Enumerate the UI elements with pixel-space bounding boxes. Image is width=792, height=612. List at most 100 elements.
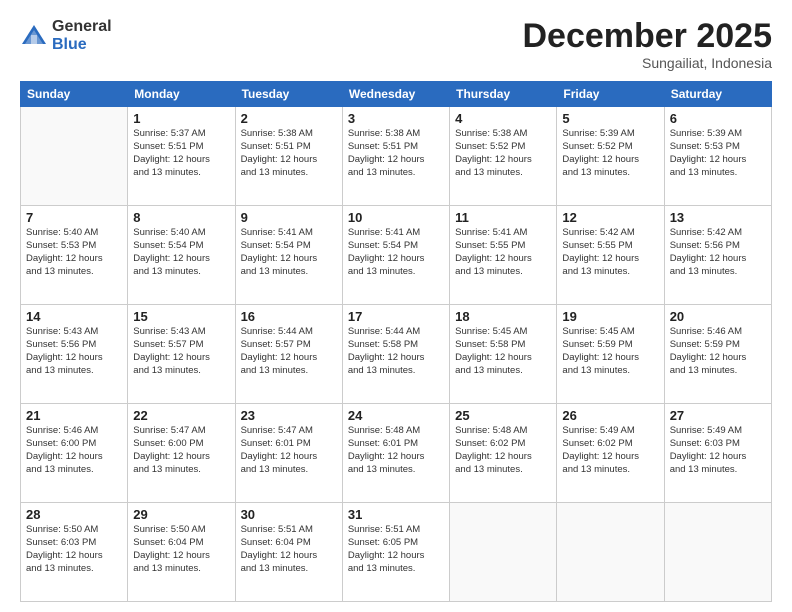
day-info: Sunrise: 5:40 AM Sunset: 5:53 PM Dayligh… [26, 227, 122, 278]
day-number: 5 [562, 111, 658, 126]
day-number: 16 [241, 309, 337, 324]
day-number: 13 [670, 210, 766, 225]
calendar-cell: 4 Sunrise: 5:38 AM Sunset: 5:52 PM Daylig… [450, 107, 557, 206]
calendar-cell: 17Sunrise: 5:44 AM Sunset: 5:58 PM Dayli… [342, 305, 449, 404]
calendar-table: SundayMondayTuesdayWednesdayThursdayFrid… [20, 81, 772, 602]
day-number: 23 [241, 408, 337, 423]
calendar-cell: 31Sunrise: 5:51 AM Sunset: 6:05 PM Dayli… [342, 503, 449, 602]
logo-icon [20, 22, 48, 50]
calendar-cell [450, 503, 557, 602]
day-info: Sunrise: 5:38 AM Sunset: 5:52 PM Dayligh… [455, 128, 551, 179]
calendar-cell: 25 Sunrise: 5:48 AM Sunset: 6:02 PM Dayli… [450, 404, 557, 503]
calendar-cell [557, 503, 664, 602]
day-number: 26 [562, 408, 658, 423]
calendar-cell: 16Sunrise: 5:44 AM Sunset: 5:57 PM Dayli… [235, 305, 342, 404]
weekday-header-thursday: Thursday [450, 82, 557, 107]
logo: General Blue [20, 18, 112, 53]
calendar-cell: 5 Sunrise: 5:39 AM Sunset: 5:52 PM Daylig… [557, 107, 664, 206]
day-number: 27 [670, 408, 766, 423]
day-number: 14 [26, 309, 122, 324]
day-info: Sunrise: 5:50 AM Sunset: 6:04 PM Dayligh… [133, 524, 229, 575]
calendar-week-1: 7 Sunrise: 5:40 AM Sunset: 5:53 PM Daylig… [21, 206, 772, 305]
calendar-cell: 13 Sunrise: 5:42 AM Sunset: 5:56 PM Dayli… [664, 206, 771, 305]
day-number: 8 [133, 210, 229, 225]
day-number: 28 [26, 507, 122, 522]
day-info: Sunrise: 5:42 AM Sunset: 5:56 PM Dayligh… [670, 227, 766, 278]
day-number: 9 [241, 210, 337, 225]
title-block: December 2025 Sungailiat, Indonesia [522, 18, 772, 71]
day-info: Sunrise: 5:42 AM Sunset: 5:55 PM Dayligh… [562, 227, 658, 278]
page: General Blue December 2025 Sungailiat, I… [0, 0, 792, 612]
day-info: Sunrise: 5:50 AM Sunset: 6:03 PM Dayligh… [26, 524, 122, 575]
calendar-cell [664, 503, 771, 602]
calendar-cell: 26 Sunrise: 5:49 AM Sunset: 6:02 PM Dayli… [557, 404, 664, 503]
day-number: 18 [455, 309, 551, 324]
day-info: Sunrise: 5:39 AM Sunset: 5:52 PM Dayligh… [562, 128, 658, 179]
day-info: Sunrise: 5:51 AM Sunset: 6:04 PM Dayligh… [241, 524, 337, 575]
calendar-cell: 24Sunrise: 5:48 AM Sunset: 6:01 PM Dayli… [342, 404, 449, 503]
day-info: Sunrise: 5:46 AM Sunset: 6:00 PM Dayligh… [26, 425, 122, 476]
calendar-cell: 10 Sunrise: 5:41 AM Sunset: 5:54 PM Dayli… [342, 206, 449, 305]
location-subtitle: Sungailiat, Indonesia [522, 55, 772, 71]
calendar-cell [21, 107, 128, 206]
calendar-cell: 22 Sunrise: 5:47 AM Sunset: 6:00 PM Dayli… [128, 404, 235, 503]
day-number: 20 [670, 309, 766, 324]
day-info: Sunrise: 5:49 AM Sunset: 6:03 PM Dayligh… [670, 425, 766, 476]
header: General Blue December 2025 Sungailiat, I… [20, 18, 772, 71]
day-info: Sunrise: 5:47 AM Sunset: 6:01 PM Dayligh… [241, 425, 337, 476]
day-info: Sunrise: 5:45 AM Sunset: 5:59 PM Dayligh… [562, 326, 658, 377]
weekday-header-friday: Friday [557, 82, 664, 107]
calendar-cell: 19Sunrise: 5:45 AM Sunset: 5:59 PM Dayli… [557, 305, 664, 404]
calendar-cell: 27 Sunrise: 5:49 AM Sunset: 6:03 PM Dayli… [664, 404, 771, 503]
calendar-cell: 6Sunrise: 5:39 AM Sunset: 5:53 PM Daylig… [664, 107, 771, 206]
day-info: Sunrise: 5:40 AM Sunset: 5:54 PM Dayligh… [133, 227, 229, 278]
calendar-week-3: 21Sunrise: 5:46 AM Sunset: 6:00 PM Dayli… [21, 404, 772, 503]
calendar-cell: 3Sunrise: 5:38 AM Sunset: 5:51 PM Daylig… [342, 107, 449, 206]
calendar-week-4: 28 Sunrise: 5:50 AM Sunset: 6:03 PM Dayli… [21, 503, 772, 602]
calendar-cell: 11Sunrise: 5:41 AM Sunset: 5:55 PM Dayli… [450, 206, 557, 305]
calendar-cell: 7 Sunrise: 5:40 AM Sunset: 5:53 PM Daylig… [21, 206, 128, 305]
calendar-body: 1Sunrise: 5:37 AM Sunset: 5:51 PM Daylig… [21, 107, 772, 602]
calendar-cell: 14Sunrise: 5:43 AM Sunset: 5:56 PM Dayli… [21, 305, 128, 404]
day-number: 4 [455, 111, 551, 126]
logo-text: General Blue [52, 18, 112, 53]
calendar-week-0: 1Sunrise: 5:37 AM Sunset: 5:51 PM Daylig… [21, 107, 772, 206]
calendar-cell: 29Sunrise: 5:50 AM Sunset: 6:04 PM Dayli… [128, 503, 235, 602]
day-number: 17 [348, 309, 444, 324]
day-number: 7 [26, 210, 122, 225]
calendar-cell: 23 Sunrise: 5:47 AM Sunset: 6:01 PM Dayli… [235, 404, 342, 503]
calendar-cell: 1Sunrise: 5:37 AM Sunset: 5:51 PM Daylig… [128, 107, 235, 206]
weekday-header-wednesday: Wednesday [342, 82, 449, 107]
day-number: 12 [562, 210, 658, 225]
calendar-week-2: 14Sunrise: 5:43 AM Sunset: 5:56 PM Dayli… [21, 305, 772, 404]
day-number: 11 [455, 210, 551, 225]
day-number: 6 [670, 111, 766, 126]
logo-blue: Blue [52, 36, 112, 54]
day-info: Sunrise: 5:41 AM Sunset: 5:54 PM Dayligh… [348, 227, 444, 278]
calendar-cell: 21Sunrise: 5:46 AM Sunset: 6:00 PM Dayli… [21, 404, 128, 503]
day-info: Sunrise: 5:47 AM Sunset: 6:00 PM Dayligh… [133, 425, 229, 476]
day-number: 30 [241, 507, 337, 522]
calendar-cell: 2 Sunrise: 5:38 AM Sunset: 5:51 PM Daylig… [235, 107, 342, 206]
calendar-cell: 15Sunrise: 5:43 AM Sunset: 5:57 PM Dayli… [128, 305, 235, 404]
day-info: Sunrise: 5:49 AM Sunset: 6:02 PM Dayligh… [562, 425, 658, 476]
day-info: Sunrise: 5:48 AM Sunset: 6:02 PM Dayligh… [455, 425, 551, 476]
day-number: 31 [348, 507, 444, 522]
day-info: Sunrise: 5:45 AM Sunset: 5:58 PM Dayligh… [455, 326, 551, 377]
weekday-header-tuesday: Tuesday [235, 82, 342, 107]
day-number: 25 [455, 408, 551, 423]
weekday-header-row: SundayMondayTuesdayWednesdayThursdayFrid… [21, 82, 772, 107]
day-info: Sunrise: 5:38 AM Sunset: 5:51 PM Dayligh… [241, 128, 337, 179]
day-info: Sunrise: 5:41 AM Sunset: 5:54 PM Dayligh… [241, 227, 337, 278]
day-info: Sunrise: 5:46 AM Sunset: 5:59 PM Dayligh… [670, 326, 766, 377]
day-number: 22 [133, 408, 229, 423]
day-info: Sunrise: 5:43 AM Sunset: 5:57 PM Dayligh… [133, 326, 229, 377]
calendar-cell: 20 Sunrise: 5:46 AM Sunset: 5:59 PM Dayli… [664, 305, 771, 404]
day-number: 3 [348, 111, 444, 126]
weekday-header-saturday: Saturday [664, 82, 771, 107]
month-title: December 2025 [522, 18, 772, 55]
calendar-cell: 30 Sunrise: 5:51 AM Sunset: 6:04 PM Dayli… [235, 503, 342, 602]
day-number: 2 [241, 111, 337, 126]
day-info: Sunrise: 5:48 AM Sunset: 6:01 PM Dayligh… [348, 425, 444, 476]
day-number: 10 [348, 210, 444, 225]
